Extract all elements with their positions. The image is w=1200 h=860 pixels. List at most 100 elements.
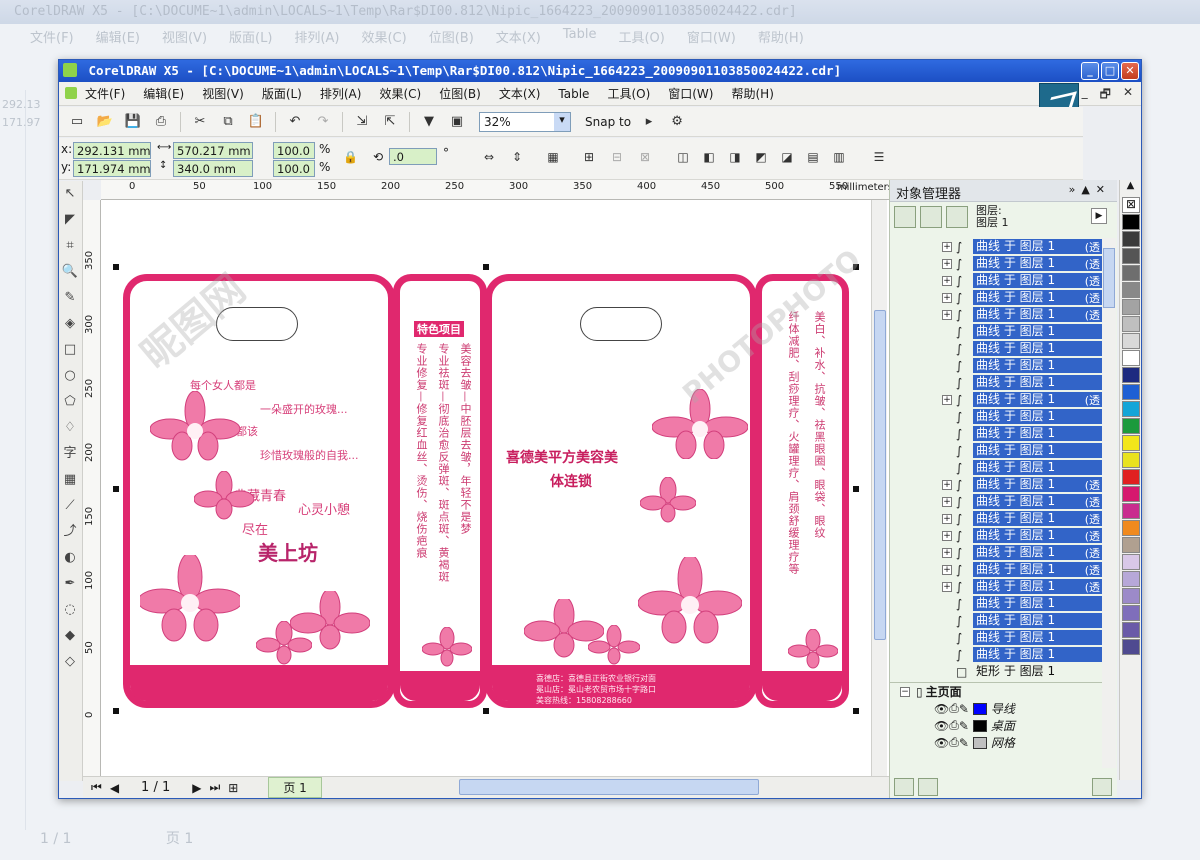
last-page-icon[interactable]: ⏭ [209, 780, 220, 795]
blend-tool-icon[interactable]: ◐ [59, 545, 81, 571]
menu-view[interactable]: 视图(V) [202, 85, 244, 102]
paste-icon[interactable]: 📋 [245, 111, 267, 133]
object-row[interactable]: + ∫ 曲线 于 图层 1 (透 [890, 493, 1102, 510]
color-swatch[interactable] [1122, 435, 1140, 451]
outline-tool-icon[interactable]: ◌ [59, 597, 81, 623]
expand-icon[interactable]: + [942, 241, 952, 252]
palette-scroll-up-icon[interactable]: ▲ [1120, 180, 1141, 196]
color-swatch[interactable] [1122, 248, 1140, 264]
object-row[interactable]: + ∫ 曲线 于 图层 1 (透 [890, 238, 1102, 255]
color-swatch[interactable] [1122, 350, 1140, 366]
new-document-icon[interactable]: ▭ [66, 111, 88, 133]
master-layer-row[interactable]: 👁 ⎙ ✎ 桌面 [934, 717, 1102, 734]
menu-effects[interactable]: 效果(C) [379, 85, 421, 102]
color-swatch[interactable] [1122, 282, 1140, 298]
table-tool-icon[interactable]: ▦ [59, 467, 81, 493]
selection-handle[interactable] [483, 708, 489, 714]
color-swatch[interactable] [1122, 571, 1140, 587]
eyedropper-tool-icon[interactable]: ✒ [59, 571, 81, 597]
object-row[interactable]: + ∫ 曲线 于 图层 1 (透 [890, 272, 1102, 289]
expand-icon[interactable]: + [942, 479, 952, 490]
expand-icon[interactable]: + [942, 394, 952, 405]
expand-icon[interactable]: + [942, 513, 952, 524]
mirror-horizontal-icon[interactable]: ⇔ [478, 146, 500, 168]
fill-tool-icon[interactable]: ◆ [59, 623, 81, 649]
minimize-button[interactable]: _ [1081, 62, 1099, 80]
object-row[interactable]: ∫ 曲线 于 图层 1 [890, 629, 1102, 646]
expand-icon[interactable]: + [942, 496, 952, 507]
object-row[interactable]: + ∫ 曲线 于 图层 1 (透 [890, 578, 1102, 595]
delete-trash-icon[interactable] [1092, 778, 1112, 796]
scale-height-field[interactable]: 100.0 [273, 160, 315, 177]
canvas-vertical-scrollbar[interactable] [871, 200, 887, 776]
object-row[interactable]: + ∫ 曲线 于 图层 1 (透 [890, 544, 1102, 561]
color-swatch[interactable] [1122, 214, 1140, 230]
color-swatch[interactable] [1122, 401, 1140, 417]
polygon-tool-icon[interactable]: ⬠ [59, 389, 81, 415]
color-swatch[interactable] [1122, 622, 1140, 638]
expand-icon[interactable]: + [942, 581, 952, 592]
front-minus-back-icon[interactable]: ◪ [776, 146, 798, 168]
color-swatch[interactable] [1122, 452, 1140, 468]
object-row[interactable]: □ 矩形 于 图层 1 [890, 663, 1102, 680]
import-icon[interactable]: ⇲ [351, 111, 373, 133]
object-row[interactable]: + ∫ 曲线 于 图层 1 (透 [890, 255, 1102, 272]
print-toggle-icon[interactable]: ⎙ [949, 735, 959, 750]
object-row[interactable]: ∫ 曲线 于 图层 1 [890, 340, 1102, 357]
weld-icon[interactable]: ◫ [672, 146, 694, 168]
master-page-row[interactable]: − ▯ 主页面 [890, 683, 1102, 700]
color-swatch[interactable] [1122, 588, 1140, 604]
object-list-scrollbar[interactable] [1102, 238, 1116, 768]
color-swatch[interactable] [1122, 469, 1140, 485]
canvas-horizontal-scrollbar[interactable] [459, 779, 759, 795]
color-swatch[interactable] [1122, 605, 1140, 621]
intersect-icon[interactable]: ◨ [724, 146, 746, 168]
first-page-icon[interactable]: ⏮ [91, 780, 102, 795]
color-swatch[interactable] [1122, 231, 1140, 247]
object-row[interactable]: ∫ 曲线 于 图层 1 [890, 374, 1102, 391]
create-boundary-icon[interactable]: ▥ [828, 146, 850, 168]
trim-icon[interactable]: ◧ [698, 146, 720, 168]
color-swatch[interactable] [1122, 299, 1140, 315]
expand-icon[interactable]: + [942, 564, 952, 575]
pick-tool-icon[interactable]: ↖ [59, 181, 81, 207]
horizontal-ruler[interactable]: 0 50 100 150 200 250 300 350 400 450 500… [101, 180, 895, 200]
page-tab[interactable]: 页 1 [268, 777, 322, 798]
master-layer-row[interactable]: 👁 ⎙ ✎ 导线 [934, 700, 1102, 717]
object-row[interactable]: ∫ 曲线 于 图层 1 [890, 595, 1102, 612]
selection-handle[interactable] [483, 264, 489, 270]
object-row[interactable]: + ∫ 曲线 于 图层 1 (透 [890, 391, 1102, 408]
lock-ratio-icon[interactable]: 🔒 [343, 150, 358, 164]
close-button[interactable]: ✕ [1121, 62, 1139, 80]
smart-fill-icon[interactable]: ◈ [59, 311, 81, 337]
print-toggle-icon[interactable]: ⎙ [949, 701, 959, 716]
expand-icon[interactable]: + [942, 258, 952, 269]
object-row[interactable]: ∫ 曲线 于 图层 1 [890, 612, 1102, 629]
color-swatch[interactable] [1122, 520, 1140, 536]
menu-tools[interactable]: 工具(O) [607, 85, 650, 102]
menu-table[interactable]: Table [558, 87, 589, 101]
color-swatch[interactable] [1122, 554, 1140, 570]
menu-text[interactable]: 文本(X) [499, 85, 541, 102]
add-page-icon[interactable]: ⊞ [228, 781, 238, 795]
mirror-vertical-icon[interactable]: ⇕ [506, 146, 528, 168]
color-swatch[interactable] [1122, 384, 1140, 400]
object-row[interactable]: ∫ 曲线 于 图层 1 [890, 408, 1102, 425]
object-row[interactable]: + ∫ 曲线 于 图层 1 (透 [890, 306, 1102, 323]
color-swatch[interactable] [1122, 486, 1140, 502]
menu-arrange[interactable]: 排列(A) [320, 85, 362, 102]
dimension-tool-icon[interactable]: ⟋ [59, 493, 81, 519]
interactive-fill-icon[interactable]: ◇ [59, 649, 81, 675]
snap-to-dropdown[interactable]: Snap to [585, 115, 631, 129]
selection-handle[interactable] [853, 486, 859, 492]
height-field[interactable]: 340.0 mm [173, 160, 253, 177]
color-swatch[interactable] [1122, 367, 1140, 383]
expand-icon[interactable]: + [942, 547, 952, 558]
connector-tool-icon[interactable]: ⤴ [59, 519, 81, 545]
export-icon[interactable]: ⇱ [379, 111, 401, 133]
print-toggle-icon[interactable]: ⎙ [949, 718, 959, 733]
expand-icon[interactable]: + [942, 275, 952, 286]
expand-icon[interactable]: + [942, 292, 952, 303]
new-layer-icon[interactable] [894, 778, 914, 796]
selection-handle[interactable] [113, 708, 119, 714]
